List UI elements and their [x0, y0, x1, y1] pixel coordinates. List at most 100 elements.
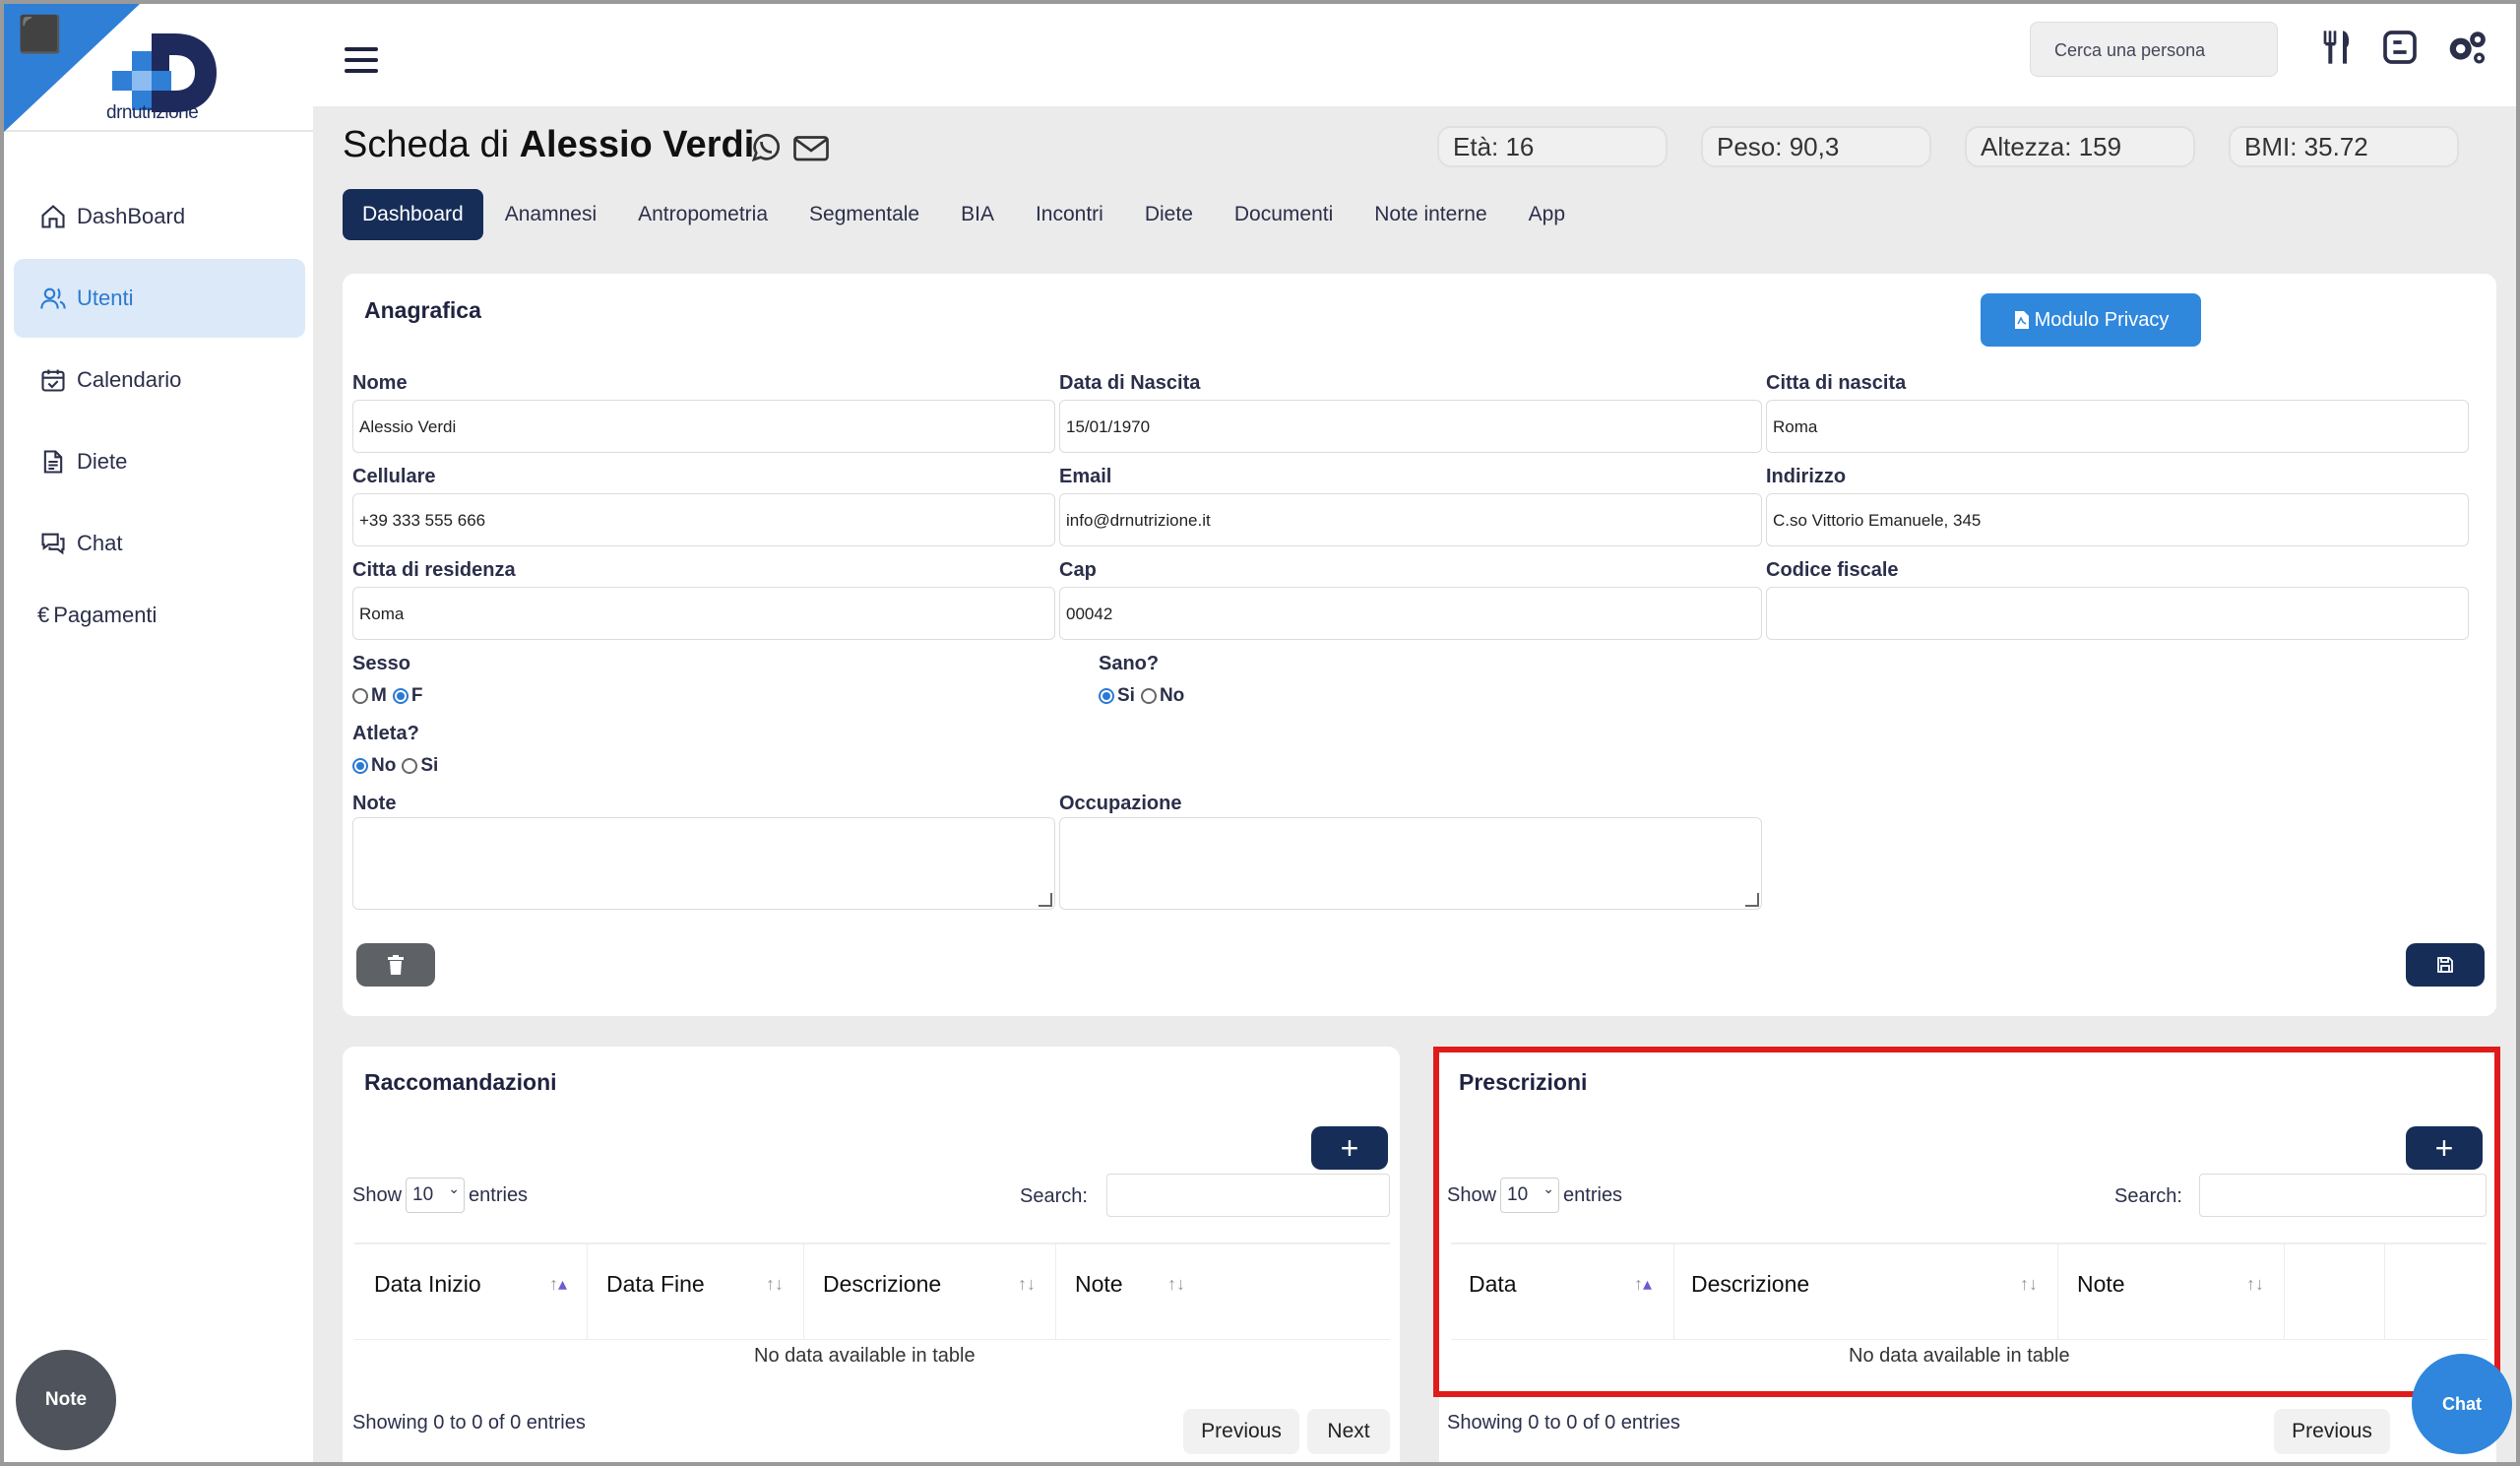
sort-icon[interactable]: ↑↓ [2246, 1274, 2264, 1295]
tab-dashboard[interactable]: Dashboard [343, 189, 483, 240]
sort-icon[interactable]: ↑↓ [1167, 1274, 1185, 1295]
delete-button[interactable] [356, 943, 435, 987]
sort-icon[interactable]: ↑↓ [766, 1274, 784, 1295]
tab-documenti[interactable]: Documenti [1215, 189, 1353, 240]
column-header-note[interactable]: Note [2077, 1271, 2125, 1298]
codice-fiscale-input[interactable] [1766, 587, 2469, 640]
calendar-icon [41, 369, 65, 392]
search-label: Search: [2114, 1185, 2182, 1207]
sidebar-item-label: Calendario [77, 367, 182, 392]
note-textarea[interactable] [352, 817, 1055, 910]
sano-no-radio[interactable] [1140, 688, 1157, 704]
add-prescrizione-button[interactable]: + [2406, 1126, 2483, 1170]
raccomandazioni-card [343, 1047, 1400, 1462]
person-search-input[interactable]: Cerca una persona [2030, 22, 2278, 77]
logo[interactable]: ⬛ drnutrizione [4, 4, 313, 132]
column-header-data-fine[interactable]: Data Fine [606, 1271, 705, 1298]
sidebar-item-chat[interactable]: Chat [14, 504, 305, 583]
tab-antropometria[interactable]: Antropometria [618, 189, 788, 240]
modulo-privacy-button[interactable]: Modulo Privacy [1981, 293, 2201, 347]
sort-asc-icon[interactable]: ↑▴ [549, 1274, 567, 1295]
sidebar-item-pagamenti[interactable]: € Pagamenti [14, 586, 305, 645]
occupazione-textarea[interactable] [1059, 817, 1762, 910]
tab-note-interne[interactable]: Note interne [1354, 189, 1506, 240]
prescrizioni-card [1439, 1047, 2496, 1462]
blog-icon[interactable] [2380, 28, 2420, 67]
tab-diete[interactable]: Diete [1125, 189, 1213, 240]
nome-input[interactable]: Alessio Verdi [352, 400, 1055, 453]
column-header-data[interactable]: Data [1469, 1271, 1517, 1298]
email-label: Email [1059, 466, 1112, 487]
entries-select[interactable]: 10 [1500, 1178, 1560, 1213]
atleta-radio-group: No Si [352, 755, 438, 777]
sidebar-item-utenti[interactable]: Utenti [14, 259, 305, 338]
whatsapp-icon[interactable] [748, 130, 784, 165]
column-header-note[interactable]: Note [1075, 1271, 1123, 1298]
note-button[interactable]: Note [16, 1350, 116, 1450]
sidebar-item-diete[interactable]: Diete [14, 422, 305, 501]
sesso-f-radio[interactable] [392, 688, 409, 704]
tab-segmentale[interactable]: Segmentale [789, 189, 939, 240]
citta-nascita-label: Citta di nascita [1766, 372, 1907, 394]
atleta-si-radio[interactable] [402, 758, 418, 774]
sano-radio-group: Si No [1099, 685, 1184, 707]
tab-bia[interactable]: BIA [941, 189, 1014, 240]
column-header-descrizione[interactable]: Descrizione [823, 1271, 941, 1298]
save-button[interactable] [2406, 943, 2485, 987]
column-header-data-inizio[interactable]: Data Inizio [374, 1271, 481, 1298]
chat-button[interactable]: Chat [2412, 1354, 2512, 1454]
raccomandazioni-search-input[interactable] [1106, 1174, 1390, 1217]
search-label: Search: [1020, 1185, 1088, 1207]
add-raccomandazione-button[interactable]: + [1311, 1126, 1388, 1170]
contact-icons [748, 130, 831, 170]
data-nascita-input[interactable]: 15/01/1970 [1059, 400, 1762, 453]
menu-toggle-icon[interactable] [345, 47, 378, 77]
sort-icon[interactable]: ↑↓ [2020, 1274, 2038, 1295]
sidebar-item-label: DashBoard [77, 204, 186, 228]
previous-page-button[interactable]: Previous [2274, 1409, 2390, 1454]
sidebar-item-dashboard[interactable]: DashBoard [14, 177, 305, 256]
table-info: Showing 0 to 0 of 0 entries [352, 1412, 586, 1434]
citta-nascita-input[interactable]: Roma [1766, 400, 2469, 453]
tab-incontri[interactable]: Incontri [1016, 189, 1123, 240]
sesso-m-radio[interactable] [352, 688, 368, 704]
resize-handle-icon[interactable] [1745, 893, 1759, 907]
sort-asc-icon[interactable]: ↑▴ [1634, 1274, 1652, 1295]
email-input[interactable]: info@drnutrizione.it [1059, 493, 1762, 546]
sidebar-item-calendario[interactable]: Calendario [14, 341, 305, 419]
prescrizioni-search-input[interactable] [2199, 1174, 2487, 1217]
plus-icon: + [1340, 1129, 1359, 1166]
next-page-button[interactable]: Next [1307, 1409, 1390, 1454]
sidebar-item-label: Utenti [77, 286, 134, 310]
settings-gear-icon[interactable] [2445, 28, 2488, 67]
sidebar-item-label: Pagamenti [53, 603, 158, 627]
previous-page-button[interactable]: Previous [1183, 1409, 1299, 1454]
fork-knife-icon[interactable] [2317, 28, 2357, 67]
codice-fiscale-label: Codice fiscale [1766, 559, 1899, 581]
chat-icon [41, 533, 65, 555]
entries-select[interactable]: 10 [406, 1178, 466, 1213]
column-header-descrizione[interactable]: Descrizione [1691, 1271, 1809, 1298]
sidebar: ⬛ drnutrizione DashBoard Utenti Calendar… [4, 4, 313, 1462]
tab-anamnesi[interactable]: Anamnesi [485, 189, 616, 240]
atleta-no-radio[interactable] [352, 758, 368, 774]
indirizzo-input[interactable]: C.so Vittorio Emanuele, 345 [1766, 493, 2469, 546]
occupazione-label: Occupazione [1059, 793, 1182, 814]
pdf-file-icon [2014, 311, 2029, 329]
stat-peso: Peso: 90,3 [1701, 126, 1931, 167]
corner-logo-icon: ⬛ [18, 15, 62, 55]
note-label: Note [352, 793, 397, 814]
stat-bmi: BMI: 35.72 [2229, 126, 2459, 167]
cellulare-input[interactable]: +39 333 555 666 [352, 493, 1055, 546]
email-icon[interactable] [791, 130, 831, 165]
resize-handle-icon[interactable] [1039, 893, 1052, 907]
header-bottom-border [1451, 1339, 2487, 1340]
cap-input[interactable]: 00042 [1059, 587, 1762, 640]
stat-eta: Età: 16 [1437, 126, 1668, 167]
sort-icon[interactable]: ↑↓ [1018, 1274, 1036, 1295]
sano-si-radio[interactable] [1099, 688, 1114, 704]
tab-app[interactable]: App [1509, 189, 1585, 240]
empty-table-message: No data available in table [754, 1345, 976, 1367]
citta-residenza-input[interactable]: Roma [352, 587, 1055, 640]
length-control: Show 10 entries [352, 1178, 528, 1213]
